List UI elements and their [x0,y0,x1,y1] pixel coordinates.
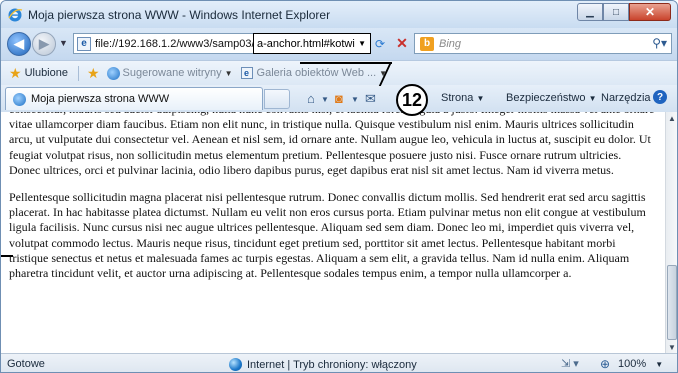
window-title: Moja pierwsza strona WWW - Windows Inter… [28,7,331,22]
address-row: ◀ ▶ ▼ e file://192.168.1.2/www3/samp03/ … [1,28,677,60]
stop-icon: ✕ [396,34,408,51]
callout-number: 12 [401,89,423,110]
search-box[interactable]: b Bing ⚲▾ [414,33,672,54]
globe-icon [229,358,242,371]
mail-icon[interactable]: ✉ [365,91,376,107]
page-icon: e [240,67,253,79]
address-bar[interactable]: e file://192.168.1.2/www3/samp03/ a-anch… [73,33,371,54]
refresh-button[interactable]: ⟳ [371,36,389,52]
forward-button[interactable]: ▶ [32,32,56,56]
title-bar: Moja pierwsza strona WWW - Windows Inter… [1,1,677,28]
url-highlight-text: a-anchor.html#kotwi [257,37,355,50]
ie-icon [106,66,120,80]
search-icon[interactable]: ⚲▾ [652,36,667,50]
protected-mode-icon[interactable]: ⇲ ▾ [561,357,579,370]
tab-label: Moja pierwsza strona WWW [31,93,170,105]
forward-arrow-icon: ▶ [39,36,49,51]
chevron-down-icon[interactable]: ▼ [358,39,366,48]
close-button[interactable]: ✕ [629,3,671,21]
star-icon: ★ [9,64,22,81]
safety-menu-label: Bezpieczeństwo [506,92,586,104]
url-text[interactable]: file://192.168.1.2/www3/samp03/ [95,38,261,50]
page-menu[interactable]: Strona ▼ [441,92,484,104]
security-zone[interactable]: Internet | Tryb chroniony: włączony [229,358,417,371]
suggested-sites-button[interactable]: Sugerowane witryny ▼ [106,66,233,80]
browser-window: Moja pierwsza strona WWW - Windows Inter… [0,0,678,373]
callout-badge: 12 [396,84,428,116]
page-menu-label: Strona [441,92,474,104]
chevron-down-icon: ▼ [476,94,485,103]
back-button[interactable]: ◀ [7,32,31,56]
zoom-level[interactable]: 100% ▼ [618,358,663,370]
scroll-up-button[interactable]: ▲ [666,112,677,124]
content-paragraph: Pellentesque sollicitudin magna placerat… [9,190,646,281]
new-tab-button[interactable] [264,89,290,109]
ie-icon [13,92,26,106]
feeds-icon[interactable]: ◙ [335,91,343,106]
window-controls: ▁ □ ✕ [577,3,671,21]
url-highlight[interactable]: a-anchor.html#kotwi ▼ [253,33,371,54]
home-icon[interactable]: ⌂ [307,91,315,106]
chevron-down-icon[interactable]: ▼ [351,95,359,104]
separator [77,65,79,81]
callout-leader-line [300,62,392,64]
favorites-bar: ★ Ulubione ★ Sugerowane witryny ▼ e Gale… [1,60,677,85]
browser-tab[interactable]: Moja pierwsza strona WWW [5,87,263,110]
safety-menu[interactable]: Bezpieczeństwo ▼ [506,92,596,104]
content-paragraph: consectetur, mauris sed auctor adipiscin… [9,112,654,177]
minimize-button[interactable]: ▁ [577,3,603,21]
help-icon[interactable]: ? [653,90,667,104]
search-placeholder[interactable]: Bing [439,38,461,50]
ie-icon [8,8,23,21]
favorites-button[interactable]: ★ Ulubione [9,65,68,82]
stop-button[interactable]: ✕ [394,35,410,51]
chevron-down-icon: ▼ [655,360,664,369]
maximize-button[interactable]: □ [603,3,629,21]
status-bar: Gotowe Internet | Tryb chroniony: włączo… [1,353,677,372]
refresh-icon: ⟳ [374,37,386,51]
security-zone-label: Internet | Tryb chroniony: włączony [247,358,417,371]
status-text: Gotowe [7,358,45,370]
bing-icon: b [420,36,434,51]
back-arrow-icon: ◀ [14,36,24,51]
recent-pages-dropdown[interactable]: ▼ [59,38,68,48]
favorites-label: Ulubione [24,67,68,79]
page-icon: e [77,36,91,51]
chevron-down-icon[interactable]: ▼ [321,95,329,104]
chevron-down-icon: ▼ [588,94,597,103]
suggested-sites-label: Sugerowane witryny [122,67,222,79]
page-content: consectetur, mauris sed auctor adipiscin… [1,112,665,353]
zoom-icon[interactable]: ⊕ [600,357,610,371]
zoom-level-label: 100% [618,358,647,370]
vertical-scrollbar[interactable]: ▲ ▼ [665,112,677,353]
web-slice-gallery-label: Galeria obiektów Web ... [256,67,377,79]
web-slice-gallery-button[interactable]: e Galeria obiektów Web ... ▼ [240,67,387,79]
scroll-down-button[interactable]: ▼ [666,341,677,353]
command-bar: Moja pierwsza strona WWW ⌂ ▼ ◙ ▼ ✉ Stron… [1,85,677,112]
anchor-marker [1,255,13,257]
add-favorite-icon: ★ [86,64,100,81]
tools-menu-label: Narzędzia [601,92,651,104]
chevron-down-icon: ▼ [224,68,233,78]
add-favorite-button[interactable]: ★ [87,65,103,82]
scroll-thumb[interactable] [667,265,677,340]
